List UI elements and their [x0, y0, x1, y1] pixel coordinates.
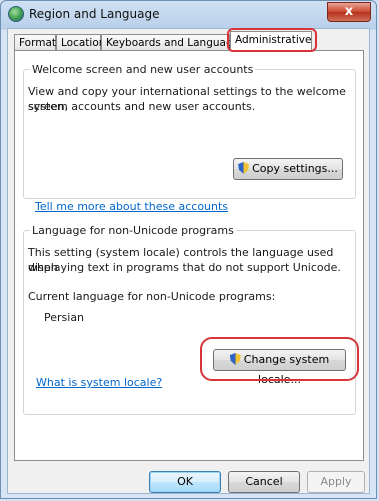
non-unicode-group-legend: Language for non-Unicode programs — [30, 224, 236, 237]
globe-icon — [8, 6, 24, 22]
current-language-label: Current language for non-Unicode program… — [28, 290, 276, 303]
title-bar[interactable]: Region and Language x — [1, 1, 376, 27]
uac-shield-icon — [238, 162, 250, 174]
welcome-screen-group: Welcome screen and new user accounts Vie… — [23, 63, 356, 199]
dialog-client-area: Formats Location Keyboards and Languages… — [7, 28, 370, 494]
administrative-panel: Welcome screen and new user accounts Vie… — [14, 50, 364, 461]
window-title: Region and Language — [29, 7, 160, 21]
welcome-group-legend: Welcome screen and new user accounts — [30, 63, 256, 76]
tell-me-more-accounts-link[interactable]: Tell me more about these accounts — [35, 200, 228, 213]
current-language-value: Persian — [44, 311, 85, 324]
copy-settings-button[interactable]: Copy settings... — [233, 158, 343, 180]
welcome-description-line2: system accounts and new user accounts. — [28, 100, 256, 113]
administrative-tab-highlight — [227, 28, 317, 52]
copy-settings-label: Copy settings... — [252, 162, 338, 175]
ok-button[interactable]: OK — [149, 471, 221, 493]
locale-description-line2: displaying text in programs that do not … — [28, 261, 341, 274]
region-and-language-window: Region and Language x Formats Location K… — [0, 0, 377, 499]
what-is-system-locale-link[interactable]: What is system locale? — [36, 376, 162, 389]
change-locale-highlight — [200, 337, 359, 381]
cancel-button[interactable]: Cancel — [228, 471, 300, 493]
tab-keyboards-and-languages[interactable]: Keyboards and Languages — [101, 34, 245, 50]
tab-location[interactable]: Location — [56, 34, 105, 50]
close-button[interactable]: x — [327, 2, 371, 22]
apply-button[interactable]: Apply — [307, 471, 365, 493]
non-unicode-group: Language for non-Unicode programs This s… — [23, 224, 359, 415]
tab-formats[interactable]: Formats — [14, 34, 61, 50]
